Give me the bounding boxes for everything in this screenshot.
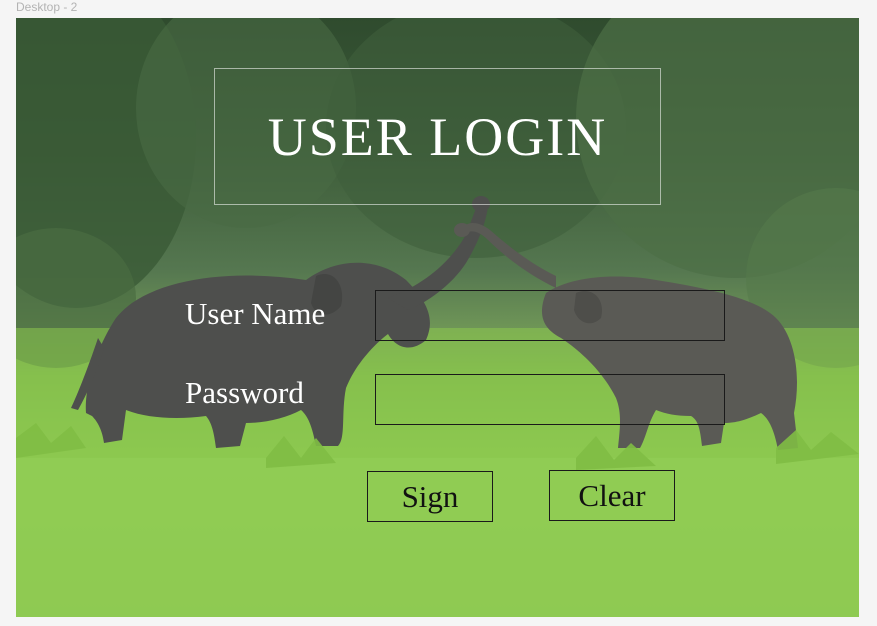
password-input[interactable] bbox=[375, 374, 725, 425]
login-frame: USER LOGIN User Name Password Sign Clear bbox=[16, 18, 859, 617]
username-label: User Name bbox=[185, 296, 326, 331]
page-title: USER LOGIN bbox=[267, 106, 608, 167]
title-box: USER LOGIN bbox=[214, 68, 661, 205]
frame-label: Desktop - 2 bbox=[16, 0, 78, 14]
password-label: Password bbox=[185, 375, 304, 410]
username-input[interactable] bbox=[375, 290, 725, 341]
sign-button[interactable]: Sign bbox=[367, 471, 493, 522]
clear-button[interactable]: Clear bbox=[549, 470, 675, 521]
